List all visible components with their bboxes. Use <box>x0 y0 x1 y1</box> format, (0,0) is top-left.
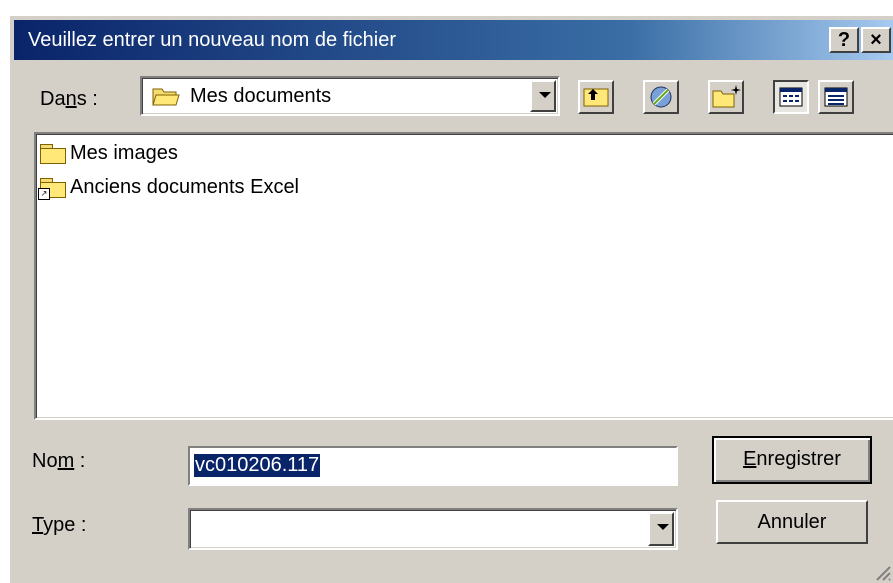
filename-label: Nom : <box>32 450 86 472</box>
up-one-level-icon <box>583 88 609 107</box>
new-folder-button[interactable] <box>708 80 744 114</box>
title-bar[interactable]: Veuillez entrer un nouveau nom de fichie… <box>14 20 893 60</box>
search-web-icon <box>650 86 672 108</box>
location-dropdown-button[interactable] <box>530 80 556 112</box>
new-folder-icon <box>712 85 741 108</box>
location-value: Mes documents <box>190 85 332 107</box>
file-name: Mes images <box>70 142 178 164</box>
cancel-button[interactable]: Annuler <box>716 500 868 544</box>
filetype-select[interactable] <box>188 508 678 550</box>
filetype-label: Type : <box>32 514 87 536</box>
filetype-dropdown-button[interactable] <box>648 512 674 546</box>
details-view-icon <box>824 87 848 107</box>
location-combo[interactable]: Mes documents <box>140 76 560 116</box>
save-dialog: Veuillez entrer un nouveau nom de fichie… <box>8 14 893 583</box>
details-view-button[interactable] <box>818 80 854 114</box>
list-view-button[interactable] <box>773 80 809 114</box>
help-button[interactable]: ? <box>829 27 859 53</box>
list-view-icon <box>779 87 803 107</box>
close-button[interactable]: × <box>861 27 891 53</box>
filename-input[interactable]: vc010206.117 <box>188 446 678 486</box>
list-item[interactable]: ↗ Anciens documents Excel <box>38 176 300 204</box>
filename-value: vc010206.117 <box>194 454 321 477</box>
up-one-level-button[interactable] <box>578 80 614 114</box>
folder-icon <box>40 143 66 164</box>
dialog-title: Veuillez entrer un nouveau nom de fichie… <box>28 29 397 51</box>
file-name: Anciens documents Excel <box>70 176 300 198</box>
resize-grip-icon[interactable] <box>873 563 891 581</box>
folder-shortcut-icon: ↗ <box>38 177 66 200</box>
folder-open-icon <box>152 85 180 112</box>
file-list[interactable]: Mes images ↗ Anciens documents Excel <box>34 132 893 420</box>
save-button[interactable]: Enregistrer <box>712 436 872 484</box>
location-label: Dans : <box>40 88 98 110</box>
list-item[interactable]: Mes images <box>40 142 178 170</box>
search-web-button[interactable] <box>643 80 679 114</box>
